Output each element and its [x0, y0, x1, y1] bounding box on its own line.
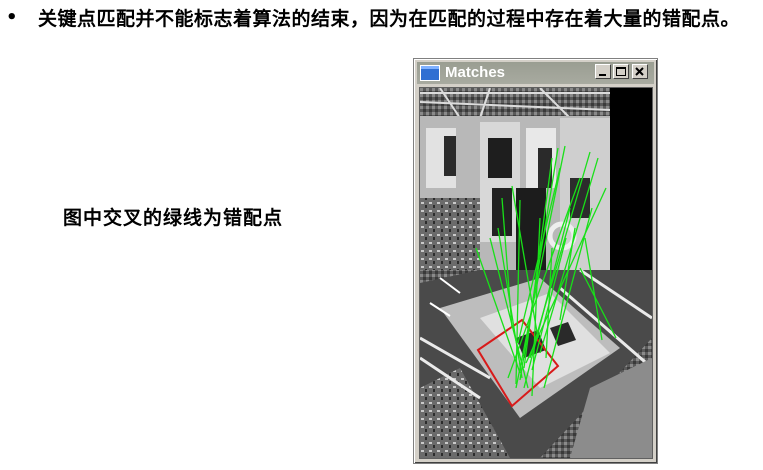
close-button[interactable] [632, 64, 648, 79]
figure-caption: 图中交叉的绿线为错配点 [63, 207, 284, 229]
minimize-icon [599, 74, 606, 76]
maximize-icon [616, 67, 626, 76]
minimize-button[interactable] [595, 64, 611, 79]
window-title: Matches [445, 64, 506, 81]
bullet-text: 关键点匹配并不能标志着算法的结束，因为在匹配的过程中存在着大量的错配点。 [38, 8, 741, 30]
reference-image [420, 88, 652, 270]
matches-image [420, 88, 652, 458]
window-app-icon [420, 65, 440, 81]
bullet-marker: • [6, 7, 18, 28]
window-titlebar[interactable]: Matches [417, 62, 654, 84]
close-icon [635, 67, 644, 76]
maximize-button[interactable] [613, 64, 629, 79]
matches-image-canvas [419, 87, 653, 459]
matches-window[interactable]: Matches [413, 58, 658, 464]
